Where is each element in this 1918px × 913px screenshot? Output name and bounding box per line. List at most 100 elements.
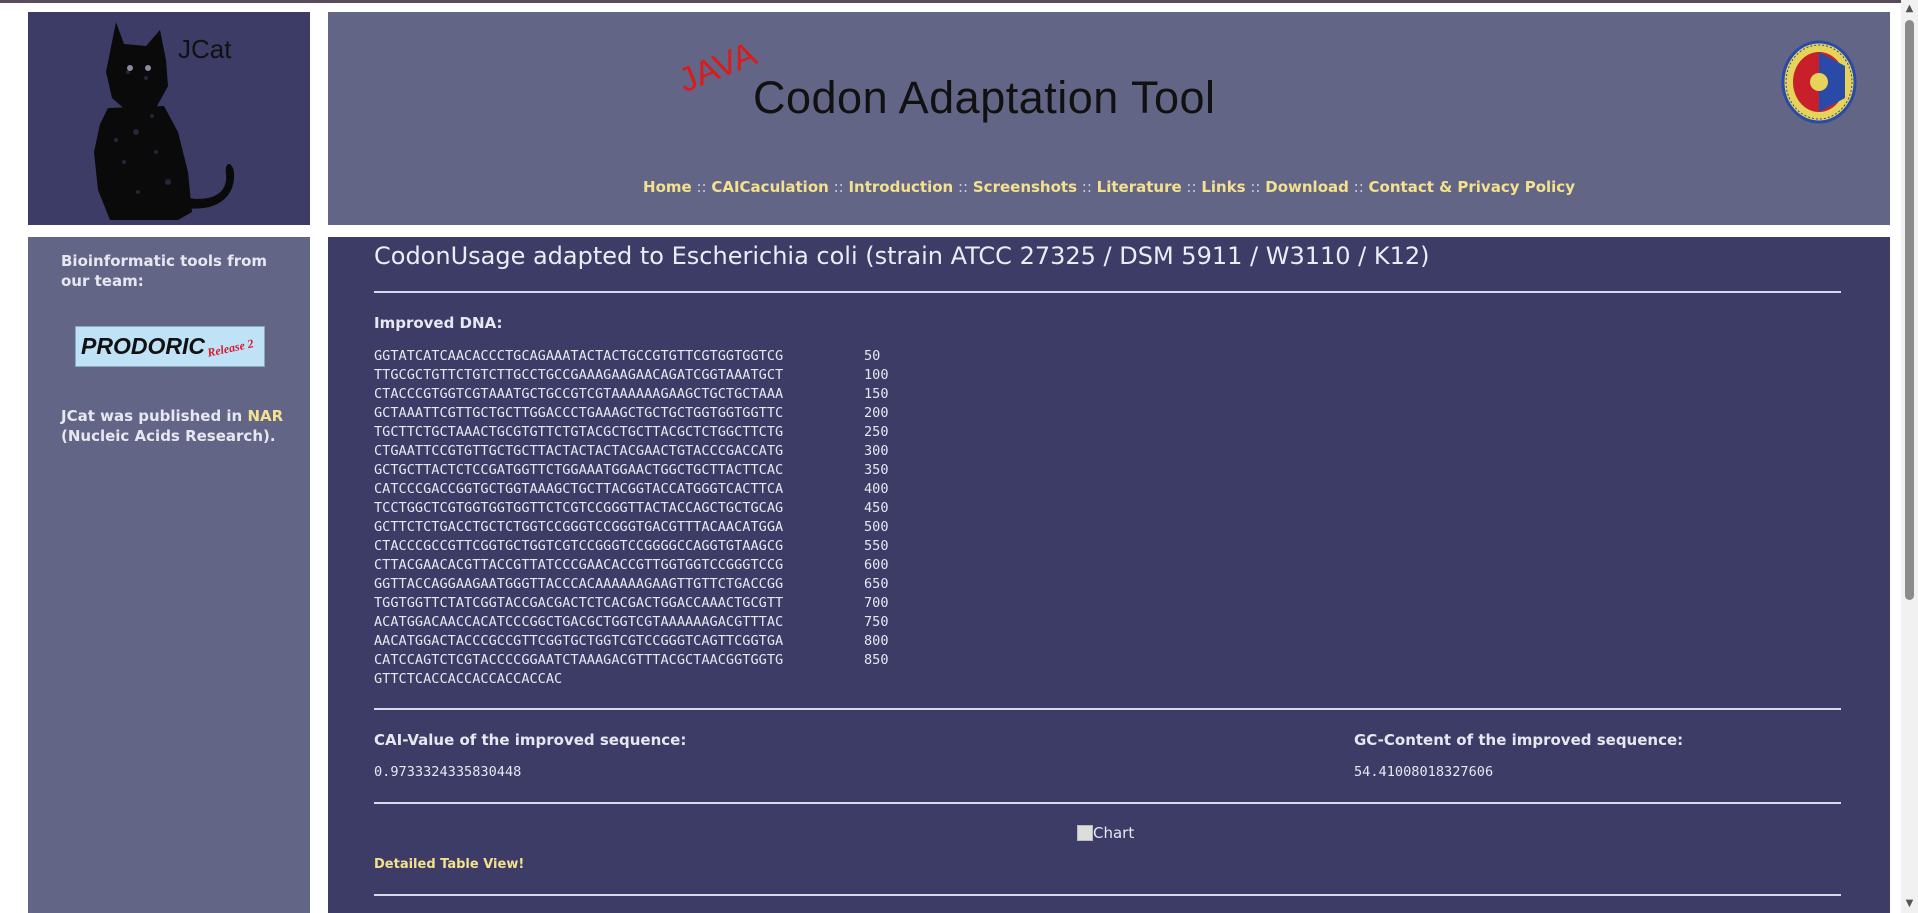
scrollbar-thumb[interactable] <box>1905 20 1914 600</box>
dna-sequence-segment: CATCCCGACCGGTGCTGGTAAAGCTGCTTACGGTACCATG… <box>374 481 784 497</box>
improved-dna-label: Improved DNA: <box>374 314 503 332</box>
dna-position-number: 250 <box>864 424 889 440</box>
nav-home[interactable]: Home <box>643 178 692 196</box>
dna-row: GCTTCTCTGACCTGCTCTGGTCCGGGTCCGGGTGACGTTT… <box>374 518 889 537</box>
dna-row: GTTCTCACCACCACCACCACCAC <box>374 670 889 689</box>
jcat-logo-text: JCat <box>178 34 232 64</box>
divider <box>374 894 1841 896</box>
dna-sequence-segment: GCTTCTCTGACCTGCTCTGGTCCGGGTCCGGGTGACGTTT… <box>374 519 784 535</box>
detailed-table-view-link[interactable]: Detailed Table View! <box>374 857 524 872</box>
dna-sequence-segment: TGGTGGTTCTATCGGTACCGACGACTCTCACGACTGGACC… <box>374 595 784 611</box>
dna-row: TTGCGCTGTTCTGTCTTGCCTGCCGAAAGAAGAACAGATC… <box>374 366 889 385</box>
dna-position-number: 150 <box>864 386 889 402</box>
dna-row: GGTATCATCAACACCCTGCAGAAATACTACTGCCGTGTTC… <box>374 347 889 366</box>
dna-position-number: 450 <box>864 500 889 516</box>
scroll-down-arrow-icon[interactable]: ▼ <box>1901 897 1918 911</box>
prodoric-release: Release 2 <box>205 336 255 360</box>
dna-position-number: 650 <box>864 576 889 592</box>
dna-sequence-segment: GTTCTCACCACCACCACCACCAC <box>374 671 563 687</box>
dna-sequence-segment: AACATGGACTACCCGCCGTTCGGTGCTGGTCGTCCGGGTC… <box>374 633 784 649</box>
dna-sequence-segment: ACATGGACAACCACATCCCGGCTGACGCTGGTCGTAAAAA… <box>374 614 784 630</box>
dna-sequence-segment: CTACCCGCCGTTCGGTGCTGGTCGTCCGGGTCCGGGGCCA… <box>374 538 784 554</box>
nav-screenshots[interactable]: Screenshots <box>973 178 1077 196</box>
divider <box>374 291 1841 293</box>
dna-row: CTGAATTCCGTGTTGCTGCTTACTACTACTACGAACTGTA… <box>374 442 889 461</box>
main-nav: Home :: CAICaculation :: Introduction ::… <box>328 178 1890 196</box>
dna-row: CATCCCGACCGGTGCTGGTAAAGCTGCTTACGGTACCATG… <box>374 480 889 499</box>
vertical-scrollbar[interactable]: ▲ ▼ <box>1901 0 1918 913</box>
gc-label: GC-Content of the improved sequence: <box>1354 731 1684 749</box>
publication-prefix: JCat was published in <box>61 407 248 425</box>
dna-position-number: 300 <box>864 443 889 459</box>
dna-position-number: 400 <box>864 481 889 497</box>
nav-separator: :: <box>1077 178 1097 196</box>
nav-literature[interactable]: Literature <box>1097 178 1182 196</box>
chart-image: Chart <box>1077 824 1134 842</box>
page-title: Codon Adaptation Tool <box>753 72 1216 123</box>
dna-row: GCTGCTTACTCTCCGATGGTTCTGGAAATGGAACTGGCTG… <box>374 461 889 480</box>
dna-position-number: 850 <box>864 652 889 668</box>
header-banner: JAVA Codon Adaptation Tool Home :: CAICa… <box>328 12 1890 225</box>
dna-row: CTACCCGCCGTTCGGTGCTGGTCGTCCGGGTCCGGGGCCA… <box>374 537 889 556</box>
dna-row: CTTACGAACACGTTACCGTTATCCCGAACACCGTTGGTGG… <box>374 556 889 575</box>
divider <box>374 802 1841 804</box>
broken-image-icon <box>1077 825 1093 841</box>
publication-note: JCat was published in NAR (Nucleic Acids… <box>61 406 291 446</box>
sidebar-heading: Bioinformatic tools from our team: <box>61 252 268 290</box>
nav-separator: :: <box>1181 178 1202 196</box>
dna-position-number: 500 <box>864 519 889 535</box>
dna-row: CTACCCGTGGTCGTAAATGCTGCCGTCGTAAAAAAGAAGC… <box>374 385 889 404</box>
publication-suffix: (Nucleic Acids Research). <box>61 427 276 445</box>
dna-position-number: 550 <box>864 538 889 554</box>
nav-contact-privacy[interactable]: Contact & Privacy Policy <box>1369 178 1575 196</box>
dna-sequence-segment: CTTACGAACACGTTACCGTTATCCCGAACACCGTTGGTGG… <box>374 557 784 573</box>
prodoric-name: PRODORIC <box>81 333 205 359</box>
chart-alt-text: Chart <box>1093 824 1135 842</box>
nav-separator: :: <box>1348 178 1369 196</box>
dna-sequence-segment: CTGAATTCCGTGTTGCTGCTTACTACTACTACGAACTGTA… <box>374 443 784 459</box>
nav-separator: :: <box>1245 178 1266 196</box>
dna-position-number: 600 <box>864 557 889 573</box>
dna-row: TGGTGGTTCTATCGGTACCGACGACTCTCACGACTGGACC… <box>374 594 889 613</box>
improved-dna-sequence: GGTATCATCAACACCCTGCAGAAATACTACTGCCGTGTTC… <box>374 347 889 689</box>
nar-link[interactable]: NAR <box>247 407 283 425</box>
jcat-logo: JCat <box>28 12 310 225</box>
dna-row: CATCCAGTCTCGTACCCCGGAATCTAAAGACGTTTACGCT… <box>374 651 889 670</box>
main-content: CodonUsage adapted to Escherichia coli (… <box>328 237 1890 913</box>
dna-position-number: 800 <box>864 633 889 649</box>
nav-separator: :: <box>953 178 973 196</box>
dna-sequence-segment: GGTTACCAGGAAGAATGGGTTACCCACAAAAAAGAAGTTG… <box>374 576 784 592</box>
dna-row: TGCTTCTGCTAAACTGCGTGTTCTGTACGCTGCTTACGCT… <box>374 423 889 442</box>
dna-sequence-segment: CATCCAGTCTCGTACCCCGGAATCTAAAGACGTTTACGCT… <box>374 652 784 668</box>
dna-position-number: 200 <box>864 405 889 421</box>
codon-usage-title: CodonUsage adapted to Escherichia coli (… <box>374 242 1430 270</box>
dna-position-number: 700 <box>864 595 889 611</box>
java-word: JAVA <box>673 34 762 101</box>
dna-position-number: 50 <box>864 348 881 364</box>
dna-position-number: 350 <box>864 462 889 478</box>
nav-download[interactable]: Download <box>1265 178 1349 196</box>
cai-value: 0.9733324335830448 <box>374 764 522 780</box>
nav-separator: :: <box>828 178 849 196</box>
divider <box>374 708 1841 710</box>
dna-sequence-segment: TTGCGCTGTTCTGTCTTGCCTGCCGAAAGAAGAACAGATC… <box>374 367 784 383</box>
scroll-up-arrow-icon[interactable]: ▲ <box>1901 2 1918 16</box>
cat-silhouette-icon <box>94 22 235 220</box>
nav-introduction[interactable]: Introduction <box>848 178 953 196</box>
dna-row: AACATGGACTACCCGCCGTTCGGTGCTGGTCGTCCGGGTC… <box>374 632 889 651</box>
dna-sequence-segment: TCCTGGCTCGTGGTGGTGGTTCTCGTCCGGGTTACTACCA… <box>374 500 784 516</box>
prodoric-banner-link[interactable]: PRODORIC Release 2 <box>75 326 265 367</box>
gc-value: 54.41008018327606 <box>1354 764 1494 780</box>
cai-label: CAI-Value of the improved sequence: <box>374 731 687 749</box>
dna-sequence-segment: GCTGCTTACTCTCCGATGGTTCTGGAAATGGAACTGGCTG… <box>374 462 784 478</box>
dna-position-number: 100 <box>864 367 889 383</box>
dna-sequence-segment: TGCTTCTGCTAAACTGCGTGTTCTGTACGCTGCTTACGCT… <box>374 424 784 440</box>
dna-sequence-segment: GGTATCATCAACACCCTGCAGAAATACTACTGCCGTGTTC… <box>374 348 784 364</box>
dna-sequence-segment: CTACCCGTGGTCGTAAATGCTGCCGTCGTAAAAAAGAAGC… <box>374 386 784 402</box>
nav-links[interactable]: Links <box>1201 178 1245 196</box>
university-seal-icon <box>1781 40 1857 124</box>
dna-sequence-segment: GCTAAATTCGTTGCTGCTTGGACCCTGAAAGCTGCTGCTG… <box>374 405 784 421</box>
dna-row: GGTTACCAGGAAGAATGGGTTACCCACAAAAAAGAAGTTG… <box>374 575 889 594</box>
dna-position-number: 750 <box>864 614 889 630</box>
nav-caicaculation[interactable]: CAICaculation <box>711 178 828 196</box>
